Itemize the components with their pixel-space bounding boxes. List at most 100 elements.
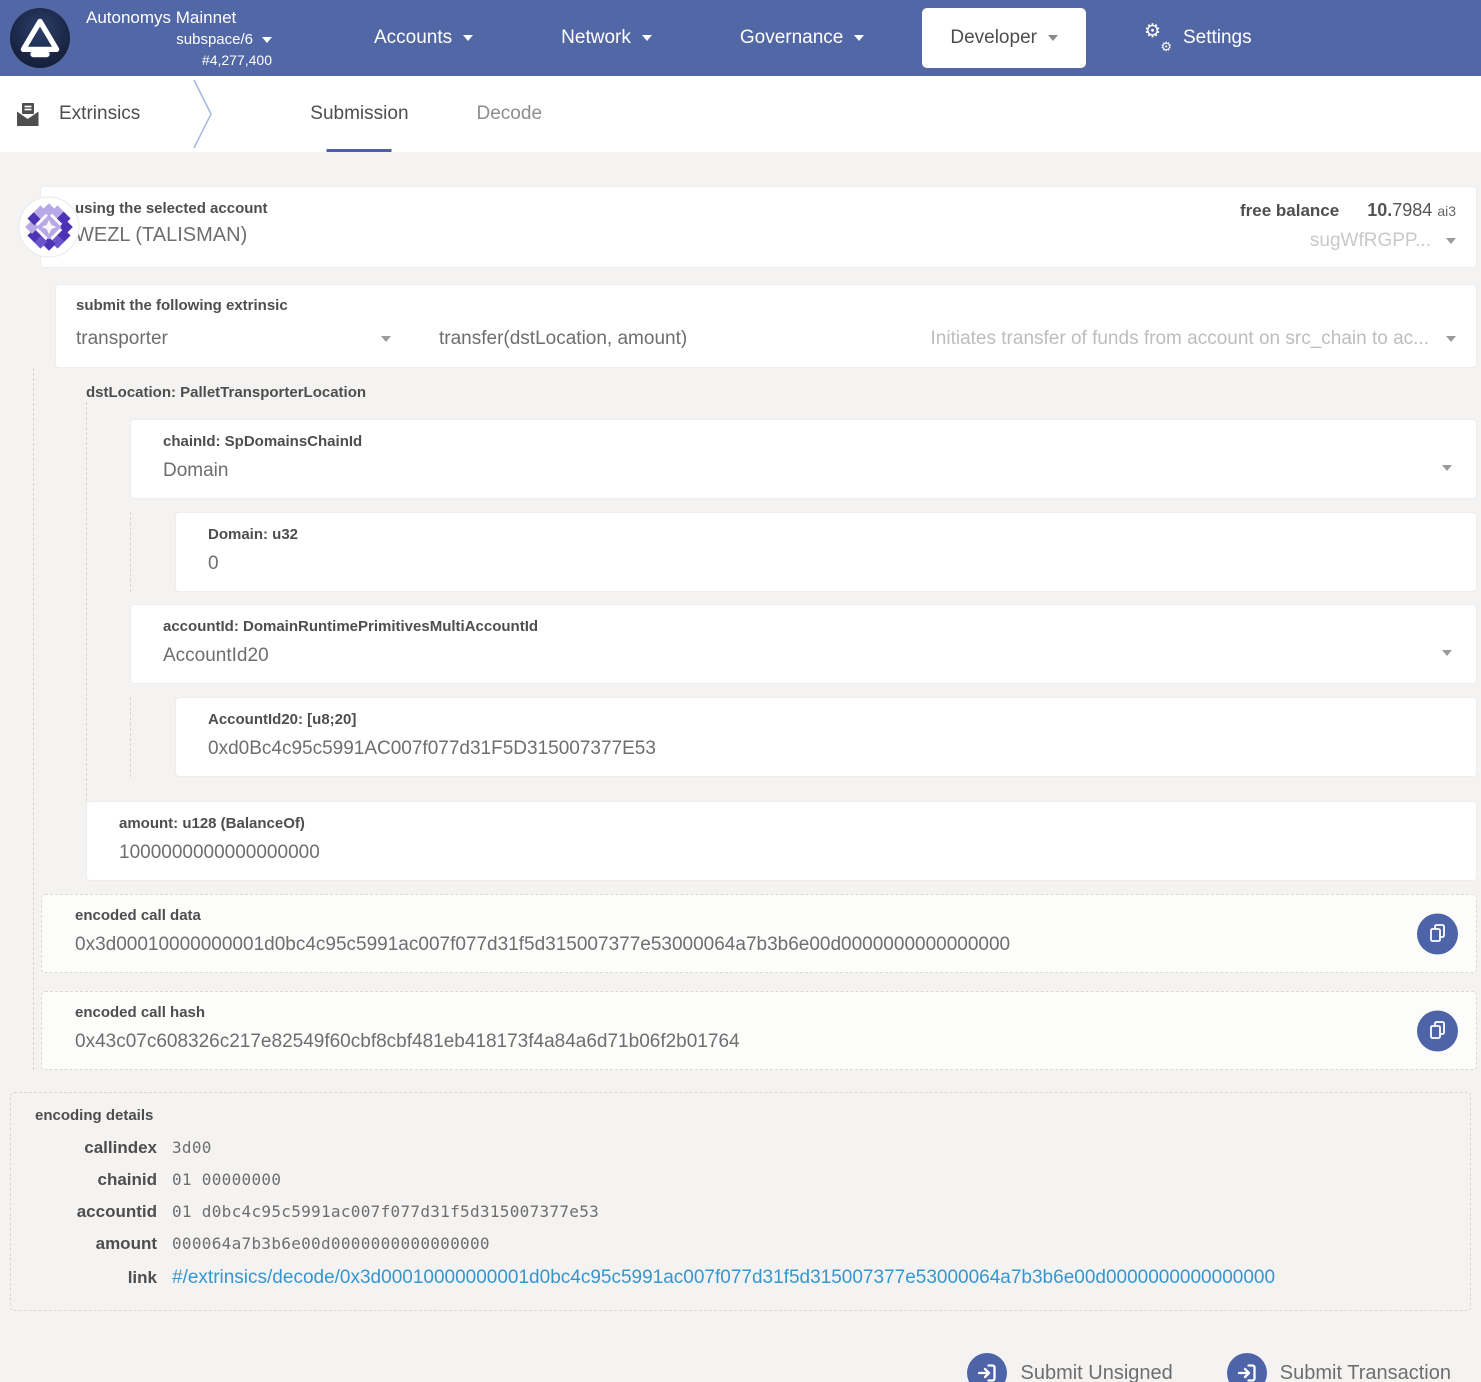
chevron-down-icon <box>463 35 473 41</box>
pallet-select[interactable]: transporter <box>76 328 391 350</box>
nav-accounts[interactable]: Accounts <box>330 0 517 76</box>
nav-settings[interactable]: ⚙ ⚙ Settings <box>1100 0 1296 76</box>
encoding-row-value: 01 d0bc4c95c5991ac007f077d31f5d315007377… <box>172 1202 1446 1221</box>
encoding-row-value: 01 00000000 <box>172 1170 1446 1189</box>
decode-link[interactable]: #/extrinsics/decode/0x3d00010000000001d0… <box>172 1267 1275 1288</box>
chain-id-select[interactable]: chainId: SpDomainsChainId Domain <box>130 419 1477 499</box>
chevron-down-icon <box>1446 336 1456 342</box>
submit-unsigned-label: Submit Unsigned <box>1020 1362 1172 1382</box>
nav-accounts-label: Accounts <box>374 27 452 49</box>
amount-input[interactable]: amount: u128 (BalanceOf) 100000000000000… <box>86 801 1477 881</box>
domain-value: 0 <box>208 552 1416 576</box>
chain-id-label: chainId: SpDomainsChainId <box>163 433 1416 451</box>
chevron-down-icon <box>381 336 391 342</box>
extrinsic-row: transporter transfer(dstLocation, amount… <box>76 328 1456 350</box>
param-dstlocation-label: dstLocation: PalletTransporterLocation <box>86 377 1477 402</box>
extrinsic-form: submit the following extrinsic transport… <box>55 284 1477 368</box>
account-selector[interactable]: using the selected account WEZL (TALISMA… <box>40 186 1477 268</box>
encoded-call-data-label: encoded call data <box>75 907 1386 925</box>
nav-settings-label: Settings <box>1183 27 1252 49</box>
submit-transaction-label: Submit Transaction <box>1280 1362 1451 1382</box>
copy-call-hash-button[interactable] <box>1417 1010 1458 1051</box>
nav-network-label: Network <box>561 27 631 49</box>
account-id-label: accountId: DomainRuntimePrimitivesMultiA… <box>163 618 1416 636</box>
account-id20-value: 0xd0Bc4c95c5991AC007f077d31F5D315007377E… <box>208 737 1416 761</box>
amount-value: 1000000000000000000 <box>119 841 1416 865</box>
encoding-details: encoding details callindex 3d00 chainid … <box>10 1092 1471 1311</box>
encoding-row-label: chainid <box>35 1170 157 1190</box>
account-id-group: AccountId20: [u8;20] 0xd0Bc4c95c5991AC00… <box>130 697 1477 777</box>
nav-developer-label: Developer <box>950 27 1037 49</box>
sign-in-icon <box>967 1353 1007 1382</box>
chain-id-value: Domain <box>163 459 1416 483</box>
account-id20-label: AccountId20: [u8;20] <box>208 711 1416 729</box>
chevron-down-icon <box>642 35 652 41</box>
chain-title: Autonomys Mainnet <box>86 8 272 28</box>
main-content: using the selected account WEZL (TALISMA… <box>0 152 1481 1382</box>
amount-label: amount: u128 (BalanceOf) <box>119 815 1416 833</box>
account-balance-block[interactable]: free balance 10. 7984 ai3 sugWfRGPP... <box>1240 200 1456 252</box>
breadcrumb-chevron <box>192 78 214 150</box>
link-label: link <box>35 1268 157 1288</box>
main-menu: Accounts Network Governance Developer ⚙ … <box>330 0 1296 76</box>
brand-text: Autonomys Mainnet subspace/6 #4,277,400 <box>86 0 272 76</box>
encoded-call-data-value: 0x3d00010000000001d0bc4c95c5991ac007f077… <box>75 933 1386 957</box>
tab-decode-label: Decode <box>477 103 543 125</box>
copy-call-data-button[interactable] <box>1417 913 1458 954</box>
method-select-value: transfer(dstLocation, amount) <box>439 328 687 349</box>
copy-icon <box>1427 923 1448 945</box>
encoding-row-label: callindex <box>35 1138 157 1158</box>
chain-id-group: Domain: u32 0 <box>130 512 1477 592</box>
balance-unit: ai3 <box>1437 203 1456 219</box>
section-head: Extrinsics <box>0 76 140 152</box>
dstlocation-group: chainId: SpDomainsChainId Domain Domain:… <box>86 402 1477 801</box>
account-identicon[interactable] <box>18 196 80 258</box>
nav-network[interactable]: Network <box>517 0 696 76</box>
account-address-short: sugWfRGPP... <box>1310 230 1431 252</box>
method-description-select[interactable]: Initiates transfer of funds from account… <box>931 328 1456 350</box>
balance-whole: 10. <box>1367 200 1392 221</box>
free-balance-label: free balance <box>1240 201 1339 221</box>
encoding-row-label: accountid <box>35 1202 157 1222</box>
network-selector[interactable]: subspace/6 <box>176 30 272 49</box>
tab-decode[interactable]: Decode <box>443 76 577 152</box>
spacer <box>87 789 1477 801</box>
nav-governance[interactable]: Governance <box>696 0 909 76</box>
nav-developer[interactable]: Developer <box>922 8 1086 68</box>
tab-bar: Extrinsics Submission Decode <box>0 76 1481 152</box>
method-select[interactable]: transfer(dstLocation, amount) <box>439 328 687 350</box>
tab-submission[interactable]: Submission <box>276 76 442 152</box>
copy-icon <box>1427 1020 1448 1042</box>
chevron-down-icon <box>854 35 864 41</box>
params-area: dstLocation: PalletTransporterLocation c… <box>33 368 1477 1070</box>
footer-actions: Submit Unsigned Submit Transaction <box>0 1353 1451 1382</box>
balance-fraction: 7984 <box>1392 200 1432 221</box>
autonomys-logo-glyph <box>12 10 68 66</box>
account-id20-input[interactable]: AccountId20: [u8;20] 0xd0Bc4c95c5991AC00… <box>175 697 1477 777</box>
submit-unsigned-button[interactable]: Submit Unsigned <box>967 1353 1172 1382</box>
page-title: Extrinsics <box>59 103 140 125</box>
mail-icon <box>14 101 41 128</box>
tab-submission-label: Submission <box>310 103 408 125</box>
chevron-down-icon <box>262 37 272 43</box>
domain-input[interactable]: Domain: u32 0 <box>175 512 1477 592</box>
autonomys-logo <box>10 8 70 68</box>
top-navbar: Autonomys Mainnet subspace/6 #4,277,400 … <box>0 0 1481 76</box>
chevron-down-icon <box>1442 465 1452 471</box>
encoded-call-data: encoded call data 0x3d00010000000001d0bc… <box>41 894 1477 973</box>
gears-icon: ⚙ ⚙ <box>1144 25 1172 51</box>
domain-label: Domain: u32 <box>208 526 1416 544</box>
account-address-row[interactable]: sugWfRGPP... <box>1240 230 1456 252</box>
account-id-select[interactable]: accountId: DomainRuntimePrimitivesMultiA… <box>130 604 1477 684</box>
encoding-details-rows: callindex 3d00 chainid 01 00000000 accou… <box>35 1138 1446 1290</box>
encoding-row-value: 3d00 <box>172 1138 1446 1157</box>
network-name: subspace/6 <box>176 30 253 49</box>
sign-in-icon <box>1227 1353 1267 1382</box>
encoded-call-hash-value: 0x43c07c608326c217e82549f60cbf8cbf481eb4… <box>75 1030 1386 1054</box>
chevron-down-icon <box>1048 35 1058 41</box>
block-number: #4,277,400 <box>202 51 272 69</box>
nav-governance-label: Governance <box>740 27 844 49</box>
submit-transaction-button[interactable]: Submit Transaction <box>1227 1353 1451 1382</box>
encoding-row-value: 000064a7b3b6e00d0000000000000000 <box>172 1234 1446 1253</box>
encoding-details-title: encoding details <box>35 1107 1446 1125</box>
